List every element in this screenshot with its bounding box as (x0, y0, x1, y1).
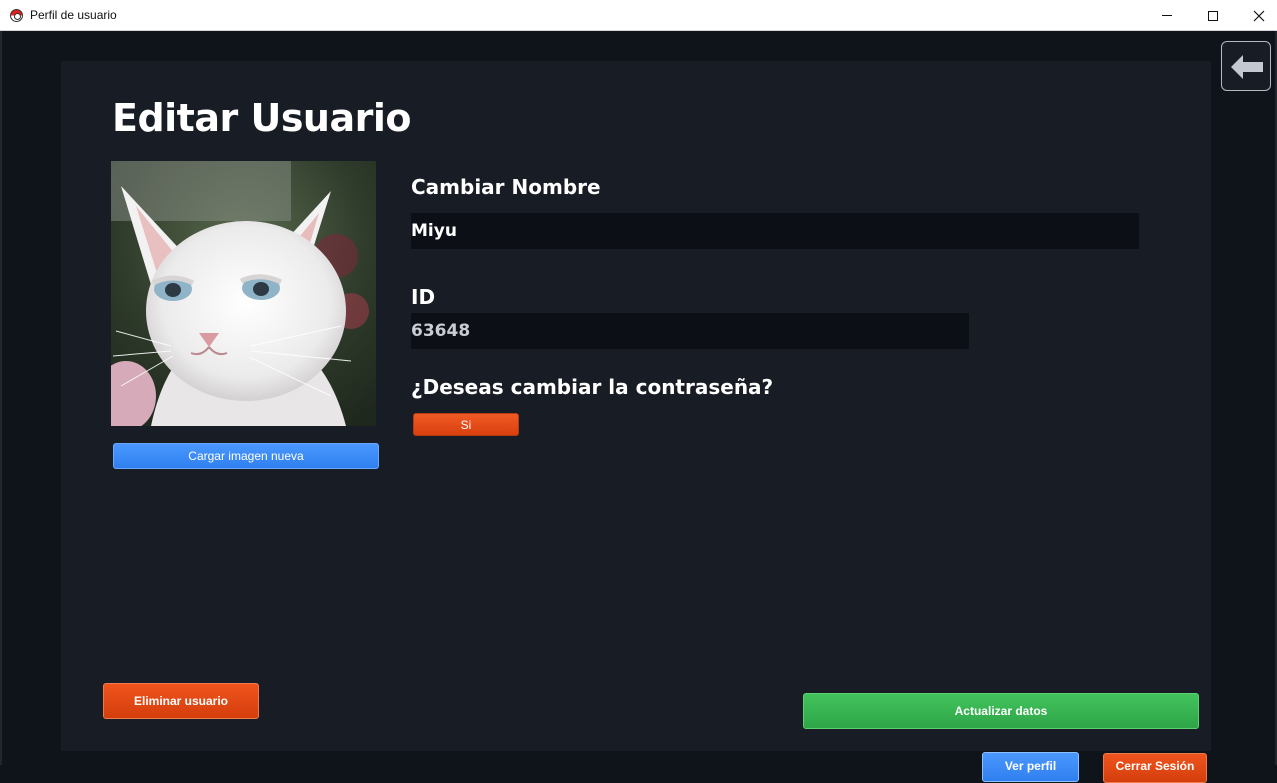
profile-photo (111, 161, 376, 426)
name-label: Cambiar Nombre (411, 175, 601, 199)
pokeball-icon (10, 9, 23, 22)
name-field[interactable] (411, 213, 1139, 249)
id-field[interactable] (411, 313, 969, 349)
window-title: Perfil de usuario (30, 8, 117, 22)
id-label: ID (411, 285, 436, 309)
arrow-left-icon (1231, 55, 1263, 79)
change-password-yes-button[interactable]: Si (413, 413, 519, 436)
logout-button[interactable]: Cerrar Sesión (1103, 753, 1207, 783)
page-title: Editar Usuario (112, 96, 412, 140)
upload-image-button[interactable]: Cargar imagen nueva (113, 443, 379, 469)
maximize-icon (1208, 10, 1218, 21)
change-password-question: ¿Deseas cambiar la contraseña? (411, 375, 774, 399)
minimize-button[interactable] (1144, 0, 1190, 31)
window-titlebar: Perfil de usuario (0, 0, 1277, 31)
avatar (111, 161, 376, 426)
view-profile-button[interactable]: Ver perfil (982, 752, 1079, 782)
maximize-button[interactable] (1190, 0, 1236, 31)
minimize-icon (1162, 15, 1172, 16)
update-data-button[interactable]: Actualizar datos (803, 693, 1199, 729)
delete-user-button[interactable]: Eliminar usuario (103, 683, 259, 719)
close-button[interactable] (1236, 0, 1277, 31)
close-icon (1253, 10, 1265, 21)
back-button[interactable] (1221, 41, 1271, 91)
